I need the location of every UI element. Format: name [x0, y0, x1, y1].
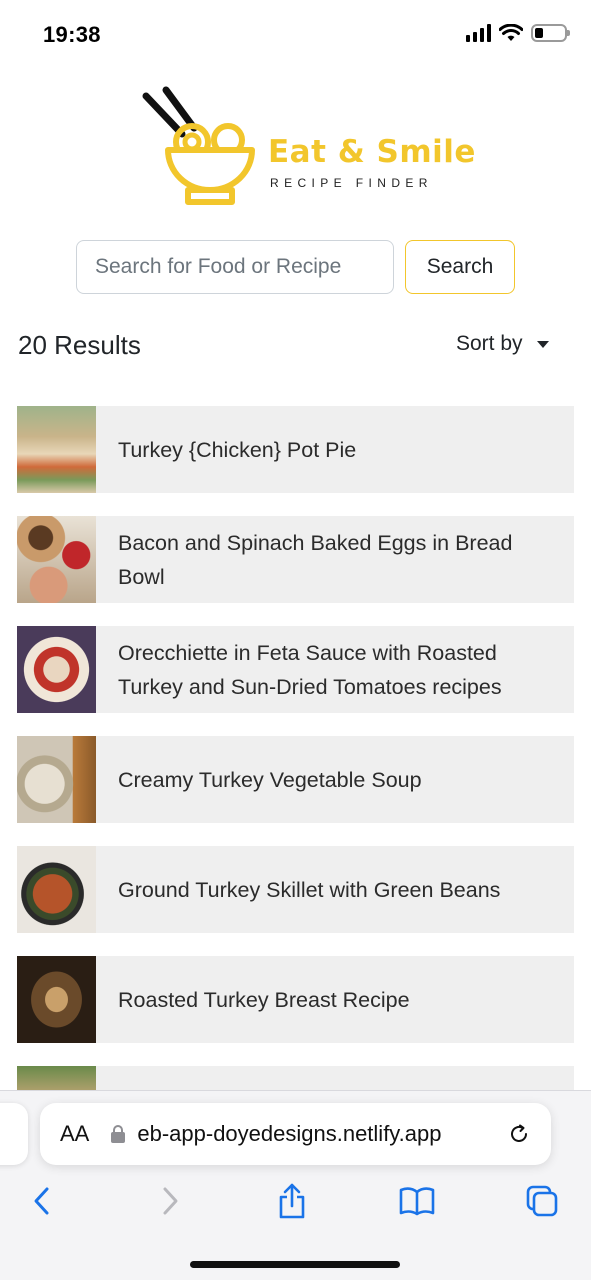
result-title: Roasted Turkey Breast Recipe	[118, 987, 410, 1012]
search-button[interactable]: Search	[405, 240, 515, 294]
logo-subtitle: RECIPE FINDER	[270, 176, 433, 190]
recipe-thumbnail	[17, 626, 96, 713]
forward-button[interactable]	[150, 1179, 190, 1223]
results-count: 20 Results	[18, 330, 141, 360]
safari-toolbar	[0, 1179, 591, 1225]
result-item[interactable]: Creamy Turkey Vegetable Soup	[17, 736, 574, 823]
back-icon	[34, 1187, 49, 1215]
back-button[interactable]	[22, 1179, 62, 1223]
recipe-thumbnail	[17, 956, 96, 1043]
result-title: Turkey {Chicken} Pot Pie	[118, 437, 357, 462]
url-text: eb-app-doyedesigns.netlify.app	[137, 1121, 442, 1146]
tabs-icon	[526, 1185, 558, 1217]
sort-by-label: Sort by	[456, 332, 523, 355]
result-title: Orecchiette in Feta Sauce with Roasted T…	[118, 640, 502, 699]
recipe-thumbnail	[17, 516, 96, 603]
status-icons	[466, 24, 570, 42]
cellular-signal-icon	[466, 24, 491, 42]
home-indicator[interactable]	[190, 1261, 400, 1268]
result-item[interactable]: Ground Turkey Skillet with Green Beans	[17, 846, 574, 933]
result-title: Bacon and Spinach Baked Eggs in Bread Bo…	[118, 530, 513, 589]
tabs-button[interactable]	[522, 1179, 562, 1223]
address-bar[interactable]: AA eb-app-doyedesigns.netlify.app	[40, 1103, 551, 1165]
wifi-icon	[499, 24, 523, 41]
logo: Eat & Smile RECIPE FINDER	[140, 82, 480, 212]
recipe-thumbnail	[17, 846, 96, 933]
status-bar: 19:38	[0, 0, 591, 70]
result-item[interactable]: Roasted Turkey Breast Recipe	[17, 956, 574, 1043]
bookmarks-icon	[399, 1187, 435, 1216]
lock-icon	[111, 1125, 126, 1143]
search-input[interactable]	[76, 240, 394, 294]
result-item[interactable]: Bacon and Spinach Baked Eggs in Bread Bo…	[17, 516, 574, 603]
status-time: 19:38	[43, 22, 101, 47]
browser-toolbar: AA eb-app-doyedesigns.netlify.app	[0, 1090, 591, 1280]
recipe-thumbnail	[17, 736, 96, 823]
result-title: Ground Turkey Skillet with Green Beans	[118, 877, 501, 902]
result-item[interactable]: Orecchiette in Feta Sauce with Roasted T…	[17, 626, 574, 713]
sort-by-dropdown[interactable]: Sort by	[456, 332, 549, 356]
battery-icon	[531, 24, 570, 42]
share-button[interactable]	[272, 1179, 312, 1223]
bookmarks-button[interactable]	[397, 1179, 437, 1223]
result-title: Creamy Turkey Vegetable Soup	[118, 767, 422, 792]
caret-down-icon	[536, 340, 549, 348]
previous-tab-preview[interactable]	[0, 1103, 28, 1165]
recipe-thumbnail	[17, 406, 96, 493]
logo-title: Eat & Smile	[268, 134, 476, 170]
share-icon	[279, 1183, 305, 1219]
results-list: Turkey {Chicken} Pot Pie Bacon and Spina…	[17, 406, 574, 1176]
reload-icon[interactable]	[507, 1122, 531, 1146]
bowl-chopsticks-icon	[142, 86, 255, 205]
result-item[interactable]: Turkey {Chicken} Pot Pie	[17, 406, 574, 493]
text-size-button[interactable]: AA	[60, 1121, 89, 1147]
forward-icon	[163, 1187, 178, 1215]
